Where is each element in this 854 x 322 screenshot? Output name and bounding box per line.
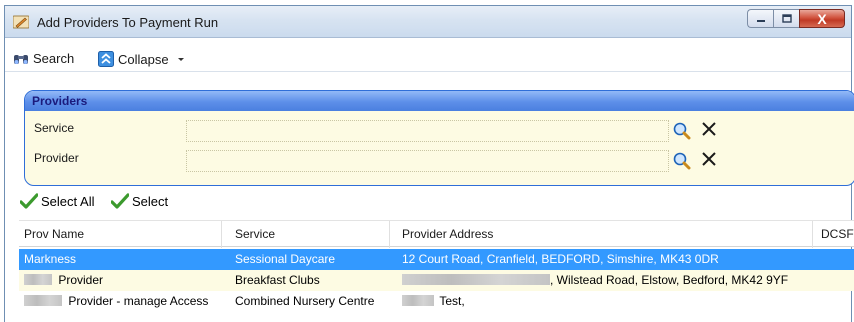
table-row[interactable]: Provider Breakfast Clubs , Wilstead Road… [19,270,854,291]
close-icon[interactable] [701,151,717,167]
cell-prov-name: Provider [24,273,103,287]
select-label: Select [132,193,169,209]
cell-service: Sessional Daycare [235,252,336,266]
checkmark-icon [20,193,38,209]
dialog-window: Add Providers To Payment Run X Search Co… [4,5,854,322]
window-title: Add Providers To Payment Run [37,15,219,30]
collapse-label: Collapse [118,51,169,67]
grid-header: Prov Name Service Provider Address DCSF [19,220,854,248]
collapse-button[interactable]: Collapse [98,51,191,67]
redacted-text [402,295,434,306]
selection-bar: Select All Select [5,191,851,213]
provider-input[interactable] [186,150,669,172]
provider-label: Provider [34,151,79,165]
panel-title: Providers [25,91,854,111]
maximize-button[interactable] [773,9,799,28]
cell-prov-name-text: Provider [58,273,104,287]
search-label: Search [33,51,75,66]
service-input[interactable] [186,120,669,142]
column-header-prov-name[interactable]: Prov Name [24,227,84,241]
maximize-icon [781,14,792,23]
cell-provider-address-text: Test, [439,294,465,308]
service-field-row: Service [25,117,854,142]
cell-provider-address: , Wilstead Road, Elstow, Bedford, MK42 9… [402,273,788,287]
collapse-icon [98,51,114,67]
table-row[interactable]: Provider - manage Access Combined Nurser… [19,291,854,312]
column-header-dcsf[interactable]: DCSF [821,227,854,241]
select-all-label: Select All [41,193,95,209]
select-button[interactable]: Select [111,193,168,209]
cell-prov-name: Provider - manage Access [24,294,208,308]
minimize-icon [756,19,765,22]
pen-icon [13,15,29,29]
cell-service: Combined Nursery Centre [235,294,375,308]
column-divider[interactable] [812,221,813,248]
cell-service: Breakfast Clubs [235,273,320,287]
providers-grid: Prov Name Service Provider Address DCSF … [19,220,854,322]
service-label: Service [34,121,75,135]
select-all-button[interactable]: Select All [20,193,94,209]
cell-provider-address: Test, [402,294,465,308]
magnifier-icon[interactable] [673,152,691,170]
column-divider[interactable] [389,221,390,248]
cell-provider-address: 12 Court Road, Cranfield, BEDFORD, Simsh… [402,252,719,266]
checkmark-icon [111,193,129,209]
provider-field-row: Provider [25,147,854,172]
column-divider[interactable] [221,221,222,248]
redacted-text [402,274,550,285]
redacted-text [24,295,62,306]
providers-panel: Providers Service Provider [24,90,854,186]
cell-provider-address-text: , Wilstead Road, Elstow, Bedford, MK42 9… [550,273,789,287]
binoculars-icon [14,54,28,64]
window-controls: X [747,9,845,29]
title-bar[interactable]: Add Providers To Payment Run X [5,6,851,38]
redacted-text [24,274,52,285]
close-icon[interactable] [701,121,717,137]
search-button[interactable]: Search [13,51,74,66]
toolbar: Search Collapse [5,46,851,72]
table-row[interactable]: Markness Sessional Daycare 12 Court Road… [19,249,854,270]
minimize-button[interactable] [747,9,773,28]
column-header-service[interactable]: Service [235,227,275,241]
chevron-down-icon[interactable] [175,54,187,64]
magnifier-icon[interactable] [673,122,691,140]
close-button[interactable]: X [799,9,845,28]
column-header-provider-address[interactable]: Provider Address [402,227,493,241]
cell-prov-name: Markness [24,252,77,266]
cell-prov-name-text: Provider - manage Access [68,294,209,308]
